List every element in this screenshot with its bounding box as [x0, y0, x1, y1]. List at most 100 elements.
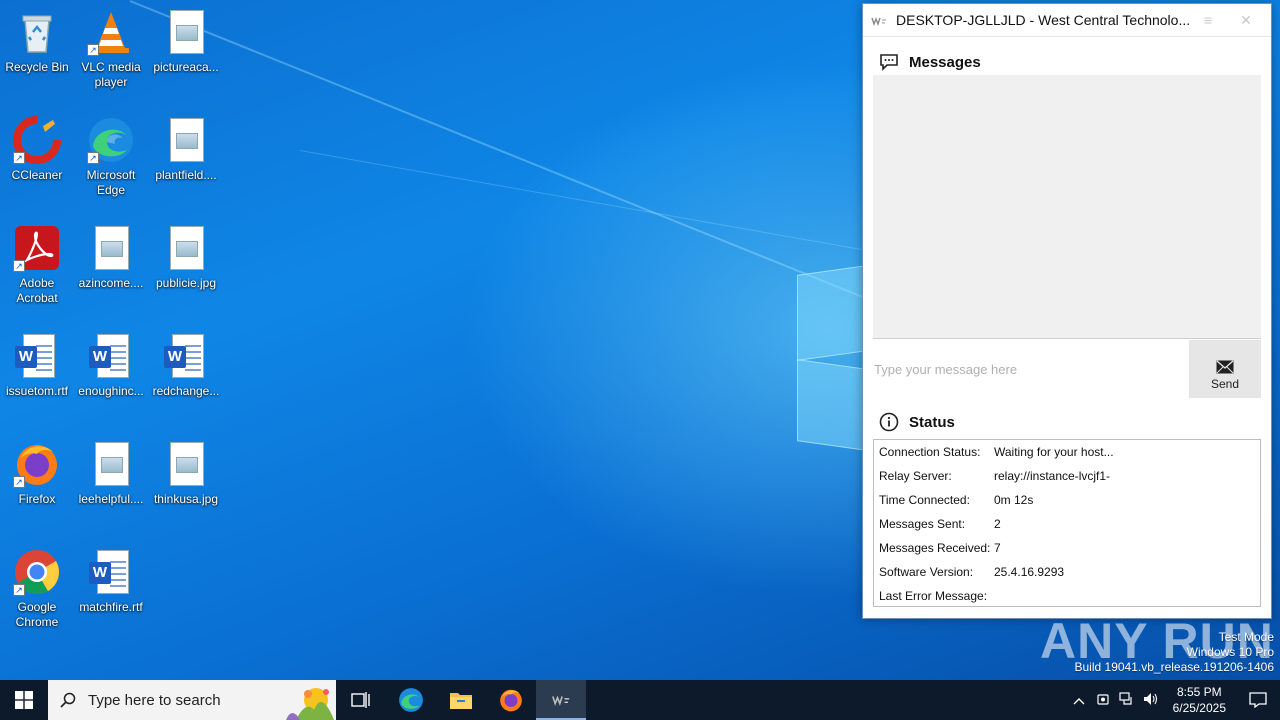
- task-view-icon: [351, 692, 370, 708]
- watermark-line: Test Mode: [1218, 630, 1274, 644]
- desktop-icon-plantfield[interactable]: plantfield....: [149, 116, 223, 183]
- desktop-icon-leehelpful[interactable]: leehelpful....: [74, 440, 148, 507]
- status-value: 25.4.16.9293: [994, 565, 1065, 579]
- search-highlight-illustration-icon: [286, 688, 334, 720]
- recycle-bin-icon: [13, 8, 61, 56]
- task-view-button[interactable]: [336, 680, 386, 720]
- desktop-icon-label: CCleaner: [11, 168, 63, 182]
- desktop: Recycle Bin ↗ CCleaner ↗ Adobe Acrobat W…: [0, 0, 1280, 680]
- action-center-button[interactable]: [1236, 680, 1280, 720]
- status-key: Messages Received:: [879, 541, 991, 555]
- shortcut-arrow-icon: ↗: [87, 152, 99, 164]
- taskbar-edge[interactable]: [386, 680, 436, 720]
- desktop-icon-ccleaner[interactable]: ↗ CCleaner: [0, 116, 74, 183]
- desktop-icon-recycle-bin[interactable]: Recycle Bin: [0, 8, 74, 75]
- edge-icon: ↗: [87, 116, 135, 164]
- desktop-icon-label: VLC media player: [81, 60, 141, 89]
- watermark-line: Windows 10 Pro: [1186, 645, 1274, 659]
- send-label: Send: [1210, 376, 1240, 391]
- desktop-icon-label: Google Chrome: [15, 600, 59, 629]
- taskbar-remote-support-app[interactable]: [536, 680, 586, 720]
- image-file-icon: [87, 440, 135, 488]
- status-row-version: Software Version: 25.4.16.9293: [874, 560, 1260, 584]
- desktop-icon-matchfire[interactable]: W matchfire.rtf: [74, 548, 148, 615]
- desktop-icon-enoughinc[interactable]: W enoughinc...: [74, 332, 148, 399]
- desktop-icon-issuetom[interactable]: W issuetom.rtf: [0, 332, 74, 399]
- status-row-received: Messages Received: 7: [874, 536, 1260, 560]
- desktop-icon-publicie[interactable]: publicie.jpg: [149, 224, 223, 291]
- window-titlebar[interactable]: DESKTOP-JGLLJLD - West Central Technolo.…: [863, 4, 1271, 37]
- watermark-line: Build 19041.vb_release.191206-1406: [1074, 660, 1275, 674]
- desktop-icon-google-chrome[interactable]: ↗ Google Chrome: [0, 548, 74, 630]
- remote-support-tray-icon[interactable]: [1091, 692, 1115, 709]
- firefox-icon: ↗: [13, 440, 61, 488]
- taskbar-firefox[interactable]: [486, 680, 536, 720]
- desktop-icon-label: publicie.jpg: [155, 276, 217, 290]
- clock-date: 6/25/2025: [1172, 701, 1226, 715]
- status-row-sent: Messages Sent: 2: [874, 512, 1260, 536]
- message-history-area[interactable]: [873, 75, 1261, 339]
- desktop-icon-pictureaca[interactable]: pictureaca...: [149, 8, 223, 75]
- image-file-icon: [162, 116, 210, 164]
- taskbar-file-explorer[interactable]: [436, 680, 486, 720]
- network-icon[interactable]: [1115, 691, 1139, 709]
- taskbar: Type here to search 8:55 PM 6/25/2025: [0, 680, 1280, 720]
- status-key: Messages Sent:: [879, 517, 966, 531]
- status-panel: Connection Status: Waiting for your host.…: [873, 439, 1261, 607]
- app-logo-icon: [871, 14, 887, 27]
- remote-support-app-icon: [552, 695, 570, 706]
- taskbar-search-box[interactable]: Type here to search: [48, 680, 336, 720]
- taskbar-clock[interactable]: 8:55 PM 6/25/2025: [1163, 684, 1236, 716]
- window-title: DESKTOP-JGLLJLD - West Central Technolo.…: [896, 12, 1191, 28]
- close-icon[interactable]: ✕: [1233, 7, 1259, 33]
- desktop-icon-firefox[interactable]: ↗ Firefox: [0, 440, 74, 507]
- status-heading: Status: [909, 413, 955, 431]
- send-button[interactable]: Send: [1189, 340, 1261, 398]
- image-file-icon: [162, 224, 210, 272]
- remote-support-window: DESKTOP-JGLLJLD - West Central Technolo.…: [862, 3, 1272, 619]
- desktop-icon-label: azincome....: [78, 276, 144, 290]
- shortcut-arrow-icon: ↗: [13, 260, 25, 272]
- message-input[interactable]: [873, 340, 1188, 398]
- envelope-icon: [1216, 359, 1234, 374]
- status-key: Time Connected:: [879, 493, 970, 507]
- status-key: Software Version:: [879, 565, 974, 579]
- menu-icon[interactable]: ≡: [1195, 7, 1221, 33]
- word-file-icon: W: [87, 548, 135, 596]
- status-row-relay: Relay Server: relay://instance-lvcjf1-: [874, 464, 1260, 488]
- desktop-icon-label: issuetom.rtf: [5, 384, 68, 398]
- status-key: Connection Status:: [879, 445, 981, 459]
- status-value: 7: [994, 541, 1001, 555]
- word-file-icon: W: [87, 332, 135, 380]
- search-placeholder: Type here to search: [88, 691, 221, 709]
- desktop-icon-label: thinkusa.jpg: [153, 492, 219, 506]
- word-file-icon: W: [13, 332, 61, 380]
- system-tray: 8:55 PM 6/25/2025: [1067, 680, 1280, 720]
- desktop-icon-label: Recycle Bin: [5, 60, 69, 74]
- desktop-icon-label: Adobe Acrobat: [16, 276, 58, 305]
- chat-bubble-icon: [879, 52, 899, 72]
- status-row-connection: Connection Status: Waiting for your host.…: [874, 440, 1260, 464]
- vlc-icon: ↗: [87, 8, 135, 56]
- shortcut-arrow-icon: ↗: [13, 152, 25, 164]
- desktop-icon-vlc[interactable]: ↗ VLC media player: [74, 8, 148, 90]
- status-value: relay://instance-lvcjf1-: [994, 469, 1111, 483]
- volume-icon[interactable]: [1139, 692, 1163, 709]
- desktop-icon-adobe-acrobat[interactable]: ↗ Adobe Acrobat: [0, 224, 74, 306]
- desktop-icon-thinkusa[interactable]: thinkusa.jpg: [149, 440, 223, 507]
- desktop-icon-microsoft-edge[interactable]: ↗ Microsoft Edge: [74, 116, 148, 198]
- desktop-icon-redchange[interactable]: W redchange...: [149, 332, 223, 399]
- status-key: Relay Server:: [879, 469, 952, 483]
- desktop-icon-azincome[interactable]: azincome....: [74, 224, 148, 291]
- shortcut-arrow-icon: ↗: [87, 44, 99, 56]
- status-value: Waiting for your host...: [994, 445, 1114, 459]
- image-file-icon: [162, 440, 210, 488]
- ccleaner-icon: ↗: [13, 116, 61, 164]
- desktop-icon-label: redchange...: [152, 384, 220, 398]
- start-button[interactable]: [0, 680, 48, 720]
- file-explorer-icon: [450, 693, 472, 709]
- search-icon: [60, 692, 76, 708]
- chevron-up-icon[interactable]: [1067, 693, 1091, 708]
- status-row-error: Last Error Message:: [874, 584, 1260, 608]
- status-key: Last Error Message:: [879, 589, 988, 603]
